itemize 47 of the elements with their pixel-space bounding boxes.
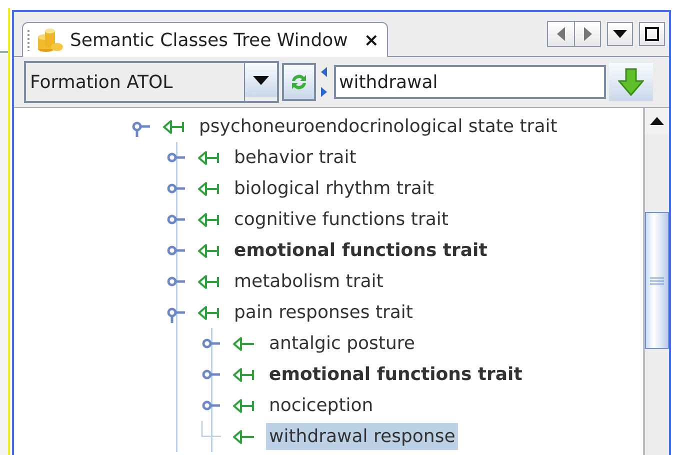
scroll-right-button[interactable] — [574, 22, 600, 46]
splitter-arrows-icon[interactable] — [319, 67, 329, 97]
left-triangle-icon — [557, 27, 565, 41]
tree-item[interactable]: cognitive functions trait — [231, 206, 452, 233]
class-arrow-icon — [197, 180, 221, 196]
tree-item[interactable]: pain responses trait — [231, 299, 416, 326]
tree-item[interactable]: psychoneuroendocrinological state trait — [196, 113, 560, 140]
class-arrow-icon — [197, 150, 221, 166]
dropdown-button[interactable] — [607, 22, 633, 46]
tab-title: Semantic Classes Tree Window — [70, 30, 348, 50]
ontology-dropdown[interactable]: Formation ATOL — [24, 61, 279, 103]
square-icon — [645, 27, 659, 41]
right-triangle-icon — [584, 27, 592, 41]
class-arrow-icon — [232, 336, 256, 352]
tree-connector-icon — [201, 421, 221, 437]
tree-item[interactable]: biological rhythm trait — [231, 175, 437, 202]
tree-item[interactable]: nociception — [266, 392, 376, 419]
search-field[interactable]: withdrawal — [334, 65, 606, 99]
class-arrow-icon — [232, 428, 256, 444]
class-arrow-icon — [197, 242, 221, 258]
tree-item[interactable]: antalgic posture — [266, 330, 418, 357]
caret-icon — [245, 63, 277, 97]
coins-icon — [36, 27, 64, 53]
scroll-left-button[interactable] — [548, 22, 574, 46]
scroll-up-button[interactable] — [645, 108, 669, 134]
class-arrow-icon — [232, 366, 256, 382]
scroll-thumb[interactable] — [645, 212, 669, 349]
caret-icon — [613, 30, 627, 38]
window-tab[interactable]: Semantic Classes Tree Window × — [22, 22, 388, 57]
class-arrow-icon — [162, 118, 186, 134]
maximize-button[interactable] — [639, 22, 665, 46]
close-button[interactable]: × — [354, 30, 379, 50]
refresh-button[interactable] — [282, 63, 316, 101]
scrollbar[interactable] — [643, 108, 669, 455]
tree-item[interactable]: metabolism trait — [231, 268, 386, 295]
down-arrow-icon — [618, 68, 644, 96]
class-arrow-icon — [197, 274, 221, 290]
class-arrow-icon — [232, 398, 256, 414]
grip-lines-icon — [650, 276, 664, 284]
tree-item[interactable]: behavior trait — [231, 144, 360, 171]
class-arrow-icon — [197, 304, 221, 320]
tree-item[interactable]: emotional functions trait — [266, 361, 526, 388]
up-triangle-icon — [650, 117, 664, 125]
tree-item[interactable]: withdrawal response — [266, 423, 458, 450]
tree-item[interactable]: emotional functions trait — [231, 237, 490, 264]
class-arrow-icon — [197, 212, 221, 228]
go-down-button[interactable] — [609, 63, 653, 101]
